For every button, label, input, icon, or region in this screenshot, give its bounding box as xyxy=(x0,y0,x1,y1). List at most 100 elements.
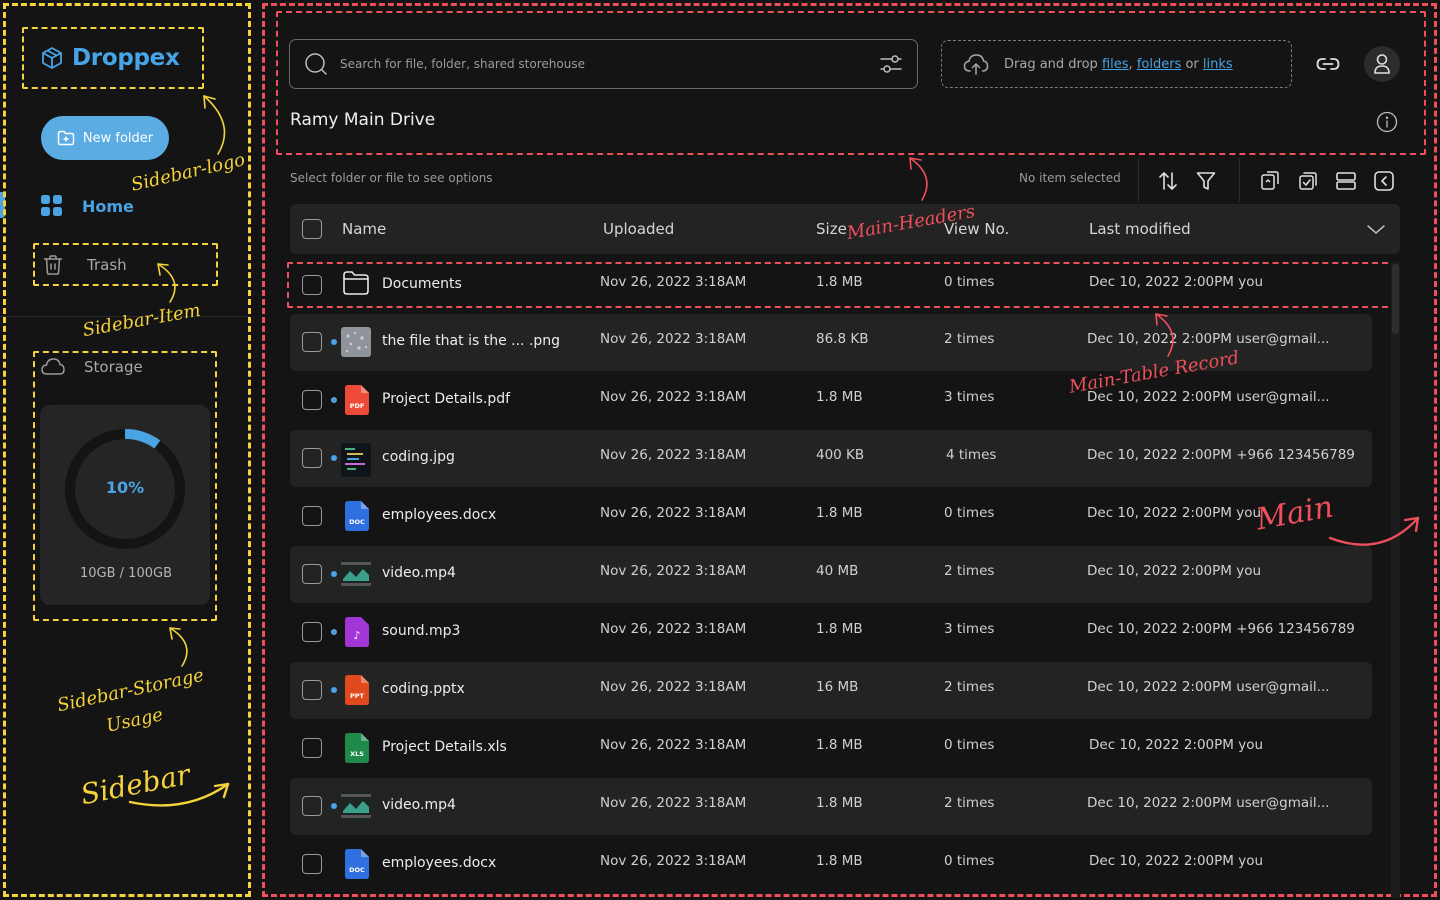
column-name[interactable]: Name xyxy=(342,220,386,238)
list-view-icon[interactable] xyxy=(1335,170,1357,192)
sidebar-item-trash[interactable]: Trash xyxy=(33,243,218,286)
last-modified: Dec 10, 2022 2:00PM +966 123456789 xyxy=(1087,621,1355,637)
row-checkbox[interactable] xyxy=(302,275,322,295)
cloud-upload-icon xyxy=(963,54,989,75)
files-link[interactable]: files xyxy=(1102,57,1129,72)
links-link[interactable]: links xyxy=(1203,57,1233,72)
file-name[interactable]: the file that is the ... .png xyxy=(382,333,560,349)
file-name[interactable]: coding.pptx xyxy=(382,681,465,697)
scrollbar-thumb[interactable] xyxy=(1392,264,1399,334)
folder-icon xyxy=(342,270,370,300)
row-checkbox[interactable] xyxy=(302,448,322,468)
file-name[interactable]: sound.mp3 xyxy=(382,623,460,639)
column-uploaded[interactable]: Uploaded xyxy=(603,220,674,238)
view-count: 3 times xyxy=(944,621,995,637)
svg-text:DOC: DOC xyxy=(349,866,365,874)
sidebar-item-home[interactable]: Home xyxy=(40,192,134,220)
search-input[interactable] xyxy=(340,57,867,71)
uploaded-date: Nov 26, 2022 3:18AM xyxy=(600,505,747,521)
pdf-file-icon: PDF xyxy=(345,385,373,415)
row-checkbox[interactable] xyxy=(302,680,322,700)
search-bar[interactable] xyxy=(289,39,918,89)
row-checkbox[interactable] xyxy=(302,738,322,758)
row-checkbox[interactable] xyxy=(302,390,322,410)
arrow-annotation-icon xyxy=(1155,313,1174,357)
last-modified: Dec 10, 2022 2:00PM you xyxy=(1089,737,1264,753)
grid-icon xyxy=(41,195,62,216)
scrollbar[interactable] xyxy=(1391,262,1400,898)
last-modified: Dec 10, 2022 2:00PM you xyxy=(1087,563,1262,579)
arrow-annotation-icon xyxy=(169,627,188,667)
view-count: 0 times xyxy=(944,853,995,869)
drag-drop-or: or xyxy=(1185,56,1199,72)
row-checkbox[interactable] xyxy=(302,622,322,642)
selection-hint: Select folder or file to see options xyxy=(290,171,493,185)
row-checkbox[interactable] xyxy=(302,564,322,584)
uploaded-date: Nov 26, 2022 3:18AM xyxy=(600,679,747,695)
file-size: 1.8 MB xyxy=(816,505,863,521)
filter-sliders-icon[interactable] xyxy=(879,53,903,75)
chevron-down-icon[interactable] xyxy=(1366,222,1386,236)
row-checkbox[interactable] xyxy=(302,796,322,816)
file-name[interactable]: employees.docx xyxy=(382,507,496,523)
copy-icon[interactable] xyxy=(1259,170,1281,192)
profile-button[interactable] xyxy=(1364,46,1400,82)
uploaded-date: Nov 26, 2022 3:18AM xyxy=(600,447,747,463)
arrow-annotation-icon xyxy=(128,782,230,807)
file-size: 86.8 KB xyxy=(816,331,869,347)
row-checkbox[interactable] xyxy=(302,332,322,352)
image-file-icon xyxy=(341,327,371,357)
audio-file-icon: ♪ xyxy=(345,617,373,647)
select-all-icon[interactable] xyxy=(1297,170,1319,192)
file-size: 1.8 MB xyxy=(816,389,863,405)
uploaded-date: Nov 26, 2022 3:18AM xyxy=(600,563,747,579)
toolbar-divider xyxy=(1138,158,1139,202)
svg-text:DOC: DOC xyxy=(349,518,365,526)
last-modified: Dec 10, 2022 2:00PM user@gmail... xyxy=(1087,389,1330,405)
sidebar-item-label: Trash xyxy=(87,255,127,274)
file-name[interactable]: video.mp4 xyxy=(382,565,456,581)
file-size: 1.8 MB xyxy=(816,853,863,869)
image-file-icon xyxy=(341,443,371,477)
column-size[interactable]: Size xyxy=(816,220,847,238)
unread-dot xyxy=(331,803,337,809)
info-icon[interactable] xyxy=(1376,111,1398,133)
toolbar-divider xyxy=(1239,158,1240,202)
filter-icon[interactable] xyxy=(1195,170,1217,192)
sidebar-logo[interactable]: Droppex xyxy=(22,27,204,89)
file-name[interactable]: Documents xyxy=(382,276,462,292)
last-modified: Dec 10, 2022 2:00PM user@gmail... xyxy=(1087,795,1330,811)
folders-link[interactable]: folders xyxy=(1137,57,1182,72)
uploaded-date: Nov 26, 2022 3:18AM xyxy=(600,795,747,811)
video-file-icon xyxy=(341,559,371,589)
last-modified: Dec 10, 2022 2:00PM +966 123456789 xyxy=(1087,447,1355,463)
uploaded-date: Nov 26, 2022 3:18AM xyxy=(600,274,747,290)
page-title: Ramy Main Drive xyxy=(290,110,436,130)
collapse-panel-icon[interactable] xyxy=(1373,170,1395,192)
row-checkbox[interactable] xyxy=(302,854,322,874)
selection-status: No item selected xyxy=(1019,171,1121,185)
last-modified: Dec 10, 2022 2:00PM you xyxy=(1089,853,1264,869)
file-name[interactable]: Project Details.xls xyxy=(382,739,507,755)
select-all-checkbox[interactable] xyxy=(302,219,322,239)
uploaded-date: Nov 26, 2022 3:18AM xyxy=(600,389,747,405)
new-folder-button[interactable]: New folder xyxy=(41,116,169,160)
column-last-modified[interactable]: Last modified xyxy=(1089,220,1191,238)
file-name[interactable]: video.mp4 xyxy=(382,797,456,813)
file-size: 40 MB xyxy=(816,563,859,579)
sort-icon[interactable] xyxy=(1157,170,1179,192)
row-checkbox[interactable] xyxy=(302,506,322,526)
file-name[interactable]: coding.jpg xyxy=(382,449,455,465)
view-count: 0 times xyxy=(944,505,995,521)
new-folder-label: New folder xyxy=(82,130,154,146)
video-file-icon xyxy=(341,791,371,821)
link-icon[interactable] xyxy=(1314,50,1342,78)
arrow-annotation-icon xyxy=(1328,516,1420,546)
last-modified: Dec 10, 2022 2:00PM you xyxy=(1089,274,1264,290)
drag-drop-zone[interactable]: Drag and drop files, folders or links xyxy=(941,40,1292,88)
drag-drop-prefix: Drag and drop xyxy=(1004,56,1098,72)
file-name[interactable]: Project Details.pdf xyxy=(382,391,510,407)
file-size: 16 MB xyxy=(816,679,859,695)
file-name[interactable]: employees.docx xyxy=(382,855,496,871)
unread-dot xyxy=(331,687,337,693)
